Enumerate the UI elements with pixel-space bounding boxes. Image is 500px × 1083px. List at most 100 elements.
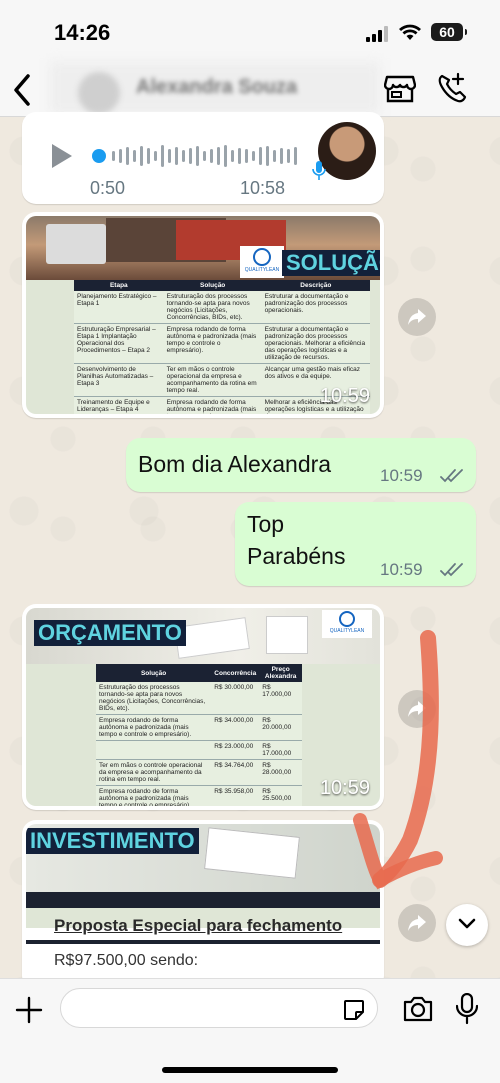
- table-cell: Desenvolvimento de Planilhas Automatizad…: [74, 363, 164, 397]
- read-receipt-icon: [440, 469, 463, 483]
- table-row: Estruturação Empresarial – Etapa 1 Impla…: [74, 323, 370, 364]
- waveform-bar: [133, 150, 136, 162]
- message-text: Bom dia Alexandra: [138, 451, 332, 477]
- table-cell: R$ 35.958,00: [211, 785, 260, 806]
- proposal-subtext: R$97.500,00 sendo:: [54, 952, 199, 969]
- attach-plus-icon[interactable]: [14, 995, 44, 1025]
- table-header-cell: Preço Alexandra: [259, 664, 302, 682]
- waveform-bar: [147, 148, 150, 164]
- waveform-bar: [175, 147, 178, 165]
- waveform-bar: [119, 149, 122, 163]
- outgoing-text-bubble[interactable]: Bom dia Alexandra 10:59: [126, 438, 476, 492]
- microphone-icon[interactable]: [456, 993, 478, 1025]
- waveform-bar: [168, 149, 171, 163]
- waveform-bar: [203, 151, 206, 161]
- table-header-cell: Solução: [163, 280, 262, 291]
- table-header-cell: Solução: [96, 664, 212, 682]
- back-chevron-icon[interactable]: [8, 68, 38, 108]
- waveform-bar: [182, 150, 185, 162]
- image-message-bubble[interactable]: QUALITYLEAN SOLUÇÃO EtapaSoluçãoDescriçã…: [22, 212, 384, 418]
- table-header-cell: Descrição: [261, 280, 370, 291]
- table-cell: [96, 740, 212, 760]
- image-message-bubble[interactable]: ORÇAMENTO QUALITYLEAN Solução Concorrênci…: [22, 604, 384, 810]
- waveform-bar: [189, 148, 192, 164]
- waveform-bar: [259, 147, 262, 165]
- mic-icon: [312, 161, 326, 180]
- table-row: Estruturação dos processos tornando-se a…: [96, 682, 302, 715]
- proposal-heading: Proposta Especial para fechamento: [54, 916, 343, 935]
- orcamento-table: Solução Concorrência Preço Alexandra Estrut…: [96, 664, 302, 806]
- table-cell: Empresa rodando de forma autônoma e padr…: [163, 396, 262, 414]
- battery-icon: 60: [431, 23, 467, 41]
- message-time: 10:58: [240, 178, 286, 198]
- waveform-bar: [154, 151, 157, 161]
- table-row: R$ 23.000,00 R$ 17.000,00: [96, 740, 302, 760]
- home-indicator: [162, 1067, 338, 1073]
- image-message-bubble[interactable]: INVESTIMENTO Proposta Especial para fech…: [22, 820, 384, 990]
- waveform-bar: [140, 146, 143, 166]
- catalog-store-icon[interactable]: [384, 74, 416, 104]
- waveform-bar: [266, 146, 269, 166]
- image-title: SOLUÇÃO: [282, 250, 380, 276]
- table-cell: Empresa rodando de forma autônoma e padr…: [96, 785, 212, 806]
- logo: QUALITYLEAN: [240, 246, 284, 278]
- outgoing-text-bubble[interactable]: Top Parabéns 10:59: [235, 502, 476, 586]
- waveform-bar: [224, 145, 227, 167]
- image-title: INVESTIMENTO: [26, 828, 199, 854]
- contact-avatar[interactable]: [78, 72, 120, 114]
- table-header-row: Etapa Solução Descrição: [74, 280, 370, 291]
- message-composer: [0, 978, 500, 1083]
- forward-button[interactable]: [398, 904, 436, 942]
- table-header-cell: Etapa: [74, 280, 164, 291]
- add-call-icon[interactable]: [436, 72, 468, 104]
- waveform-bar: [231, 150, 234, 162]
- table-row: Planejamento Estratégico – Etapa 1 Estrut…: [74, 291, 370, 324]
- message-time: 10:59: [380, 466, 423, 485]
- image-title: ORÇAMENTO: [34, 620, 186, 646]
- table-cell: R$ 34.764,00: [211, 759, 260, 786]
- contact-name[interactable]: Alexandra Souza: [136, 76, 297, 99]
- forward-icon: [408, 915, 426, 931]
- forward-button[interactable]: [398, 298, 436, 336]
- waveform-bar: [210, 149, 213, 163]
- message-time: 10:59: [319, 385, 370, 407]
- status-time: 14:26: [54, 20, 111, 45]
- camera-icon[interactable]: [402, 995, 434, 1023]
- logo-text: QUALITYLEAN: [244, 267, 280, 273]
- play-icon[interactable]: [52, 144, 72, 168]
- chevron-down-icon: [458, 918, 476, 929]
- table-cell: Estruturar a documentação e padronização…: [261, 323, 370, 364]
- waveform-bar: [245, 149, 248, 163]
- message-text-line1: Top: [247, 511, 285, 537]
- table-cell: Ter em mãos o controle operacional da em…: [96, 759, 212, 786]
- message-input[interactable]: [60, 988, 378, 1028]
- table-cell: Planejamento Estratégico – Etapa 1: [74, 291, 164, 324]
- sticker-icon[interactable]: [342, 998, 366, 1022]
- wifi-icon: [399, 24, 421, 40]
- waveform-bar: [294, 147, 297, 165]
- forward-icon: [408, 309, 426, 325]
- read-receipt-icon: [440, 563, 463, 577]
- audio-waveform[interactable]: [92, 142, 302, 170]
- orcamento-image[interactable]: ORÇAMENTO QUALITYLEAN Solução Concorrênci…: [26, 608, 380, 806]
- message-time: 10:59: [380, 560, 423, 579]
- chat-header: Alexandra Souza: [0, 62, 500, 117]
- decor-band: [26, 940, 380, 944]
- audio-message-bubble[interactable]: 0:50 10:58: [22, 112, 384, 204]
- table-cell: Estruturar a documentação e padronização…: [261, 291, 370, 324]
- investimento-image[interactable]: INVESTIMENTO Proposta Especial para fech…: [26, 824, 380, 986]
- solucao-image[interactable]: QUALITYLEAN SOLUÇÃO EtapaSoluçãoDescriçã…: [26, 216, 380, 414]
- table-cell: Empresa rodando de forma autônoma e padr…: [96, 714, 212, 741]
- scroll-to-bottom-button[interactable]: [446, 904, 488, 946]
- table-header-row: Solução Concorrência Preço Alexandra: [96, 664, 302, 682]
- table-header-cell: Concorrência: [211, 664, 260, 682]
- waveform-bar: [252, 151, 255, 161]
- waveform-bar: [161, 145, 164, 167]
- table-cell: Treinamento de Equipe e Lideranças – Eta…: [74, 396, 164, 414]
- decor-band: [26, 892, 380, 908]
- waveform-bar: [112, 151, 115, 161]
- hand-drawn-arrow-icon: [353, 630, 443, 890]
- waveform-bar: [217, 147, 220, 165]
- table-cell: R$ 34.000,00: [211, 714, 260, 741]
- waveform-bar: [280, 148, 283, 164]
